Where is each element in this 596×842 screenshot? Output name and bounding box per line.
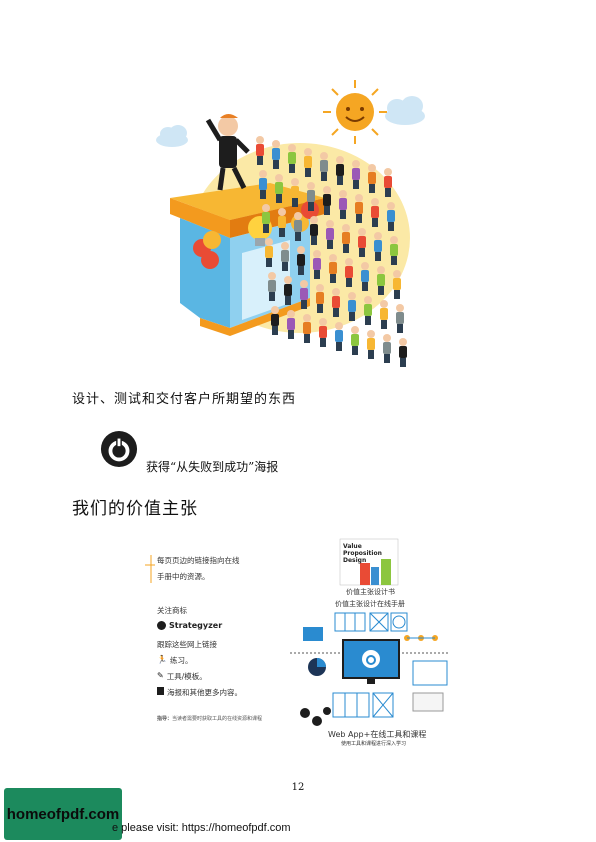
- brand-mark: Strategyzer: [157, 621, 222, 630]
- site-badge-text: homeofpdf.com: [6, 805, 120, 823]
- poster-icon: [157, 687, 164, 695]
- item-practice: 练习。: [169, 656, 193, 665]
- follow-label: 关注商标: [157, 606, 187, 615]
- strategyzer-logo-icon[interactable]: [100, 430, 138, 468]
- runner-icon: 🏃: [157, 655, 167, 664]
- guide-note: 指导：当读者需要时获取工具的在线资源和课程: [157, 715, 297, 723]
- cloud-right-icon: [385, 96, 425, 125]
- note-label: 指导：: [157, 716, 173, 722]
- item-posters-row: 海报和其他更多内容。: [157, 687, 242, 698]
- book-title-line3: Design: [343, 557, 367, 564]
- strategyzer-mini-icon: [157, 621, 166, 630]
- link-note-line1: 每页页边的链接指向在线: [157, 556, 240, 565]
- cloud-left-icon: [156, 125, 188, 147]
- sun-icon: [323, 80, 387, 144]
- section-title: 我们的价值主张: [72, 499, 198, 519]
- brand-name: Strategyzer: [169, 621, 223, 630]
- resource-guide-graphic: 每页页边的链接指向在线 手册中的资源。 关注商标 Strategyzer 跟踪这…: [145, 535, 455, 750]
- note-text: 当读者需要时获取工具的在线资源和课程: [172, 716, 263, 722]
- poster-link[interactable]: 获得“从失败到成功”海报: [146, 458, 278, 475]
- image-caption: 设计、测试和交付客户所期望的东西: [72, 392, 297, 407]
- book-title: Value Proposition Design: [343, 543, 382, 564]
- webapp-sub: 使用工具和课程进行深入学习: [341, 741, 407, 747]
- book-title-line1: Value: [343, 543, 362, 550]
- pen-icon: ✎: [157, 671, 164, 680]
- webapp-caption: Web App+在线工具和课程: [328, 730, 427, 739]
- follow-links: 跟踪这些网上链接: [157, 640, 217, 649]
- item-tools: 工具/模板。: [166, 672, 207, 681]
- link-note-line2: 手册中的资源。: [157, 572, 210, 581]
- handbook-caption: 价值主张设计在线手册: [335, 600, 405, 608]
- footer-visit-link[interactable]: e please visit: https://homeofpdf.com: [112, 822, 291, 834]
- item-posters: 海报和其他更多内容。: [167, 688, 242, 697]
- book-caption: 价值主张设计书: [346, 588, 395, 596]
- item-tools-row: ✎ 工具/模板。: [157, 671, 207, 682]
- site-badge[interactable]: homeofpdf.com: [4, 788, 122, 840]
- hero-illustration: [156, 80, 425, 367]
- item-practice-row: 🏃 练习。: [157, 655, 192, 666]
- book-title-line2: Proposition: [343, 550, 382, 557]
